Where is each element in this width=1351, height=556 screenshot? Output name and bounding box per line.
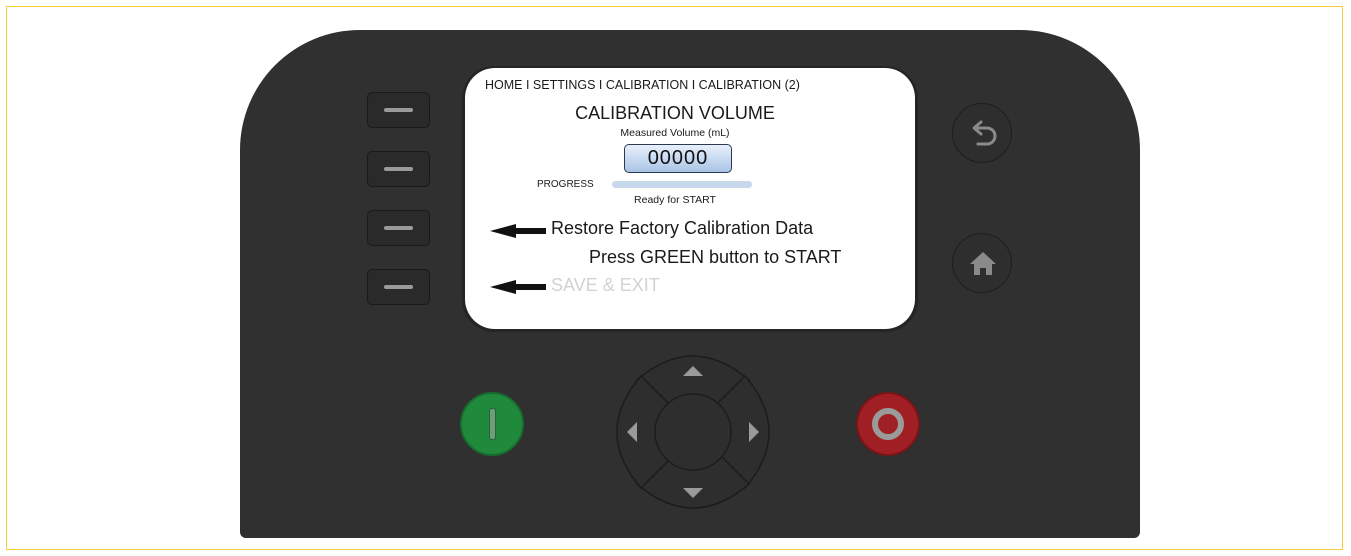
softkey-2[interactable] xyxy=(367,151,430,187)
start-button[interactable] xyxy=(460,392,524,456)
softkey-3[interactable] xyxy=(367,210,430,246)
arrow-left-icon xyxy=(490,224,546,238)
progress-bar xyxy=(612,181,752,188)
softkey-bar xyxy=(384,285,413,289)
softkey-bar xyxy=(384,108,413,112)
status-text: Ready for START xyxy=(634,194,716,206)
softkey-4[interactable] xyxy=(367,269,430,305)
softkey-bar xyxy=(384,226,413,230)
dpad-center-button xyxy=(654,393,732,471)
back-button[interactable] xyxy=(952,103,1012,163)
restore-factory-option[interactable]: Restore Factory Calibration Data xyxy=(551,218,813,239)
start-icon xyxy=(489,408,496,440)
softkey-bar xyxy=(384,167,413,171)
direction-pad xyxy=(616,355,770,509)
breadcrumb: HOME I SETTINGS I CALIBRATION I CALIBRAT… xyxy=(485,78,800,92)
home-icon xyxy=(970,252,996,275)
measured-volume-label: Measured Volume (mL) xyxy=(620,127,730,139)
progress-label: PROGRESS xyxy=(537,179,594,190)
stop-icon xyxy=(872,408,904,440)
page-title: CALIBRATION VOLUME xyxy=(575,103,775,123)
display-screen: HOME I SETTINGS I CALIBRATION I CALIBRAT… xyxy=(465,68,915,329)
home-button[interactable] xyxy=(952,233,1012,293)
softkey-1[interactable] xyxy=(367,92,430,128)
arrow-left-icon xyxy=(490,280,546,294)
undo-arrow-icon xyxy=(972,120,997,146)
stop-button[interactable] xyxy=(856,392,920,456)
instruction-text: Press GREEN button to START xyxy=(589,247,842,267)
save-exit-option[interactable]: SAVE & EXIT xyxy=(551,275,660,296)
measured-volume-field[interactable]: 00000 xyxy=(624,144,732,173)
